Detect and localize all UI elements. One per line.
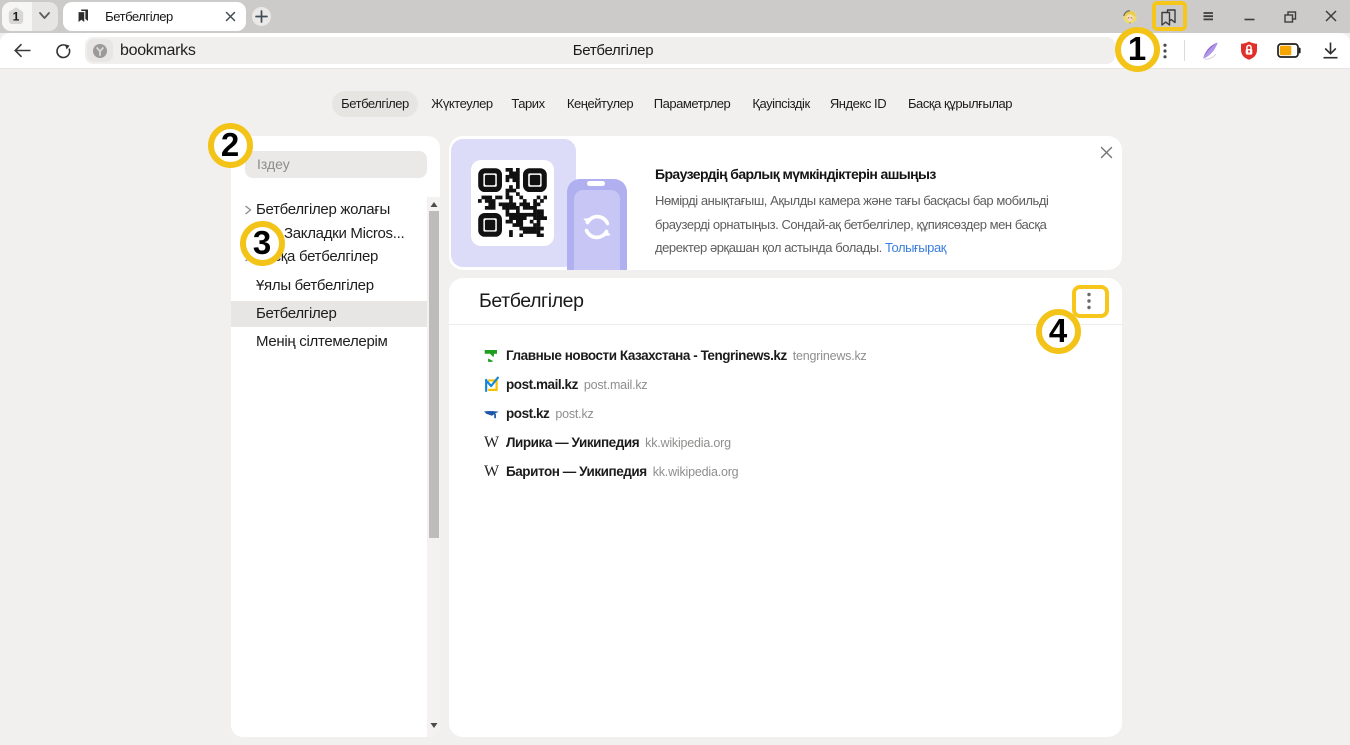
svg-text:1: 1 [13,10,20,24]
